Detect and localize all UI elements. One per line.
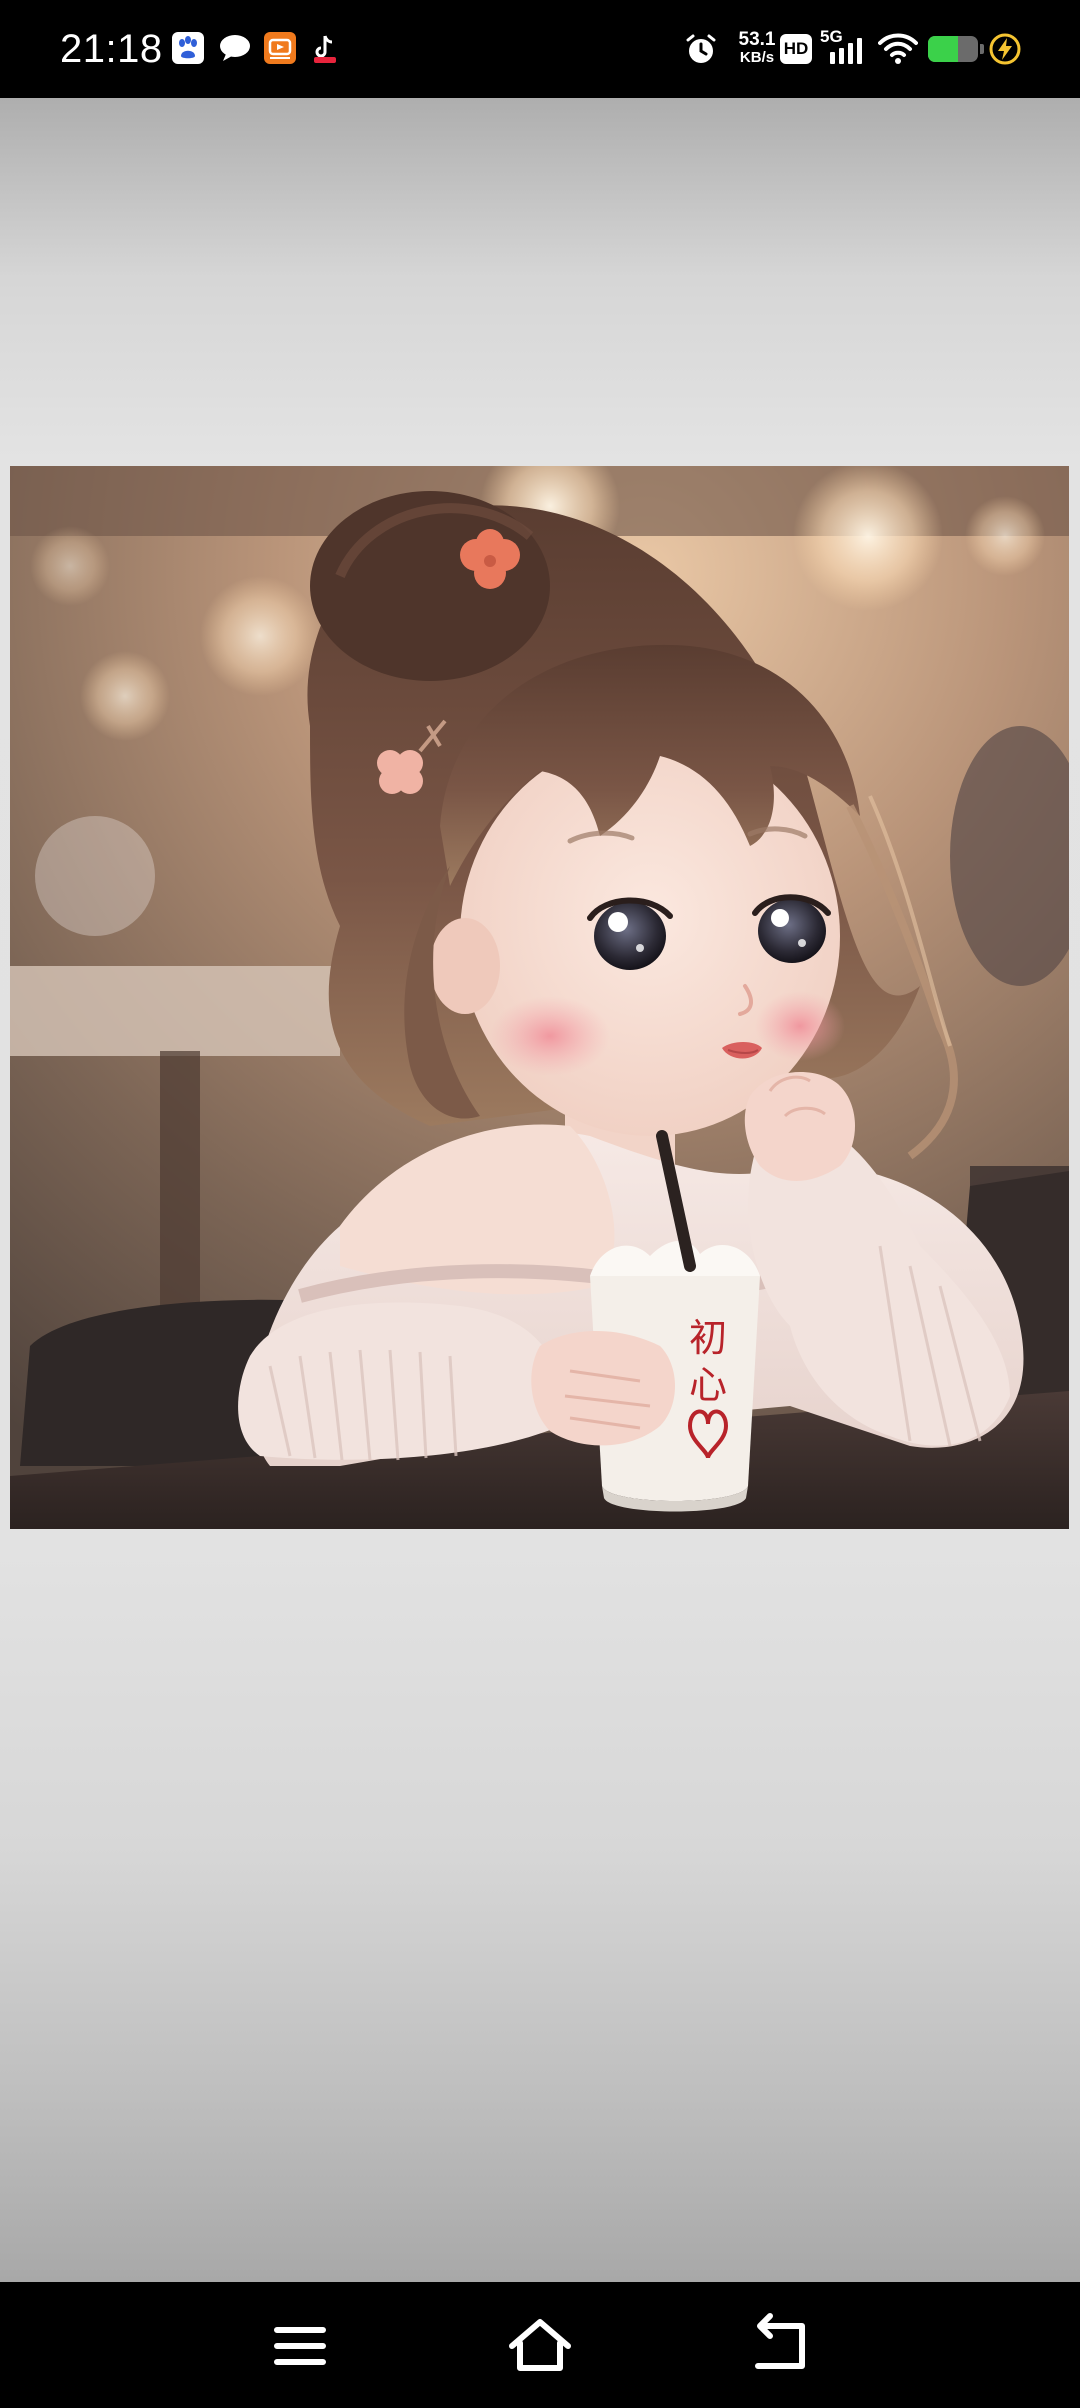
status-indicators: 53.1 KB/s HD 5G (0, 0, 1080, 98)
battery-fill (928, 36, 958, 62)
cup-text-line2: 心 (689, 1363, 727, 1407)
alarm-icon (686, 34, 716, 63)
back-icon (755, 2313, 805, 2369)
hd-badge: HD (780, 34, 812, 64)
charging-icon (989, 33, 1021, 65)
image-viewer[interactable]: 初 心 (0, 98, 1080, 2282)
menu-button[interactable] (260, 2310, 340, 2382)
menu-icon (274, 2327, 326, 2365)
signal-strength-icon (830, 38, 862, 64)
girl-illustration: 初 心 (10, 466, 1069, 1529)
photo[interactable]: 初 心 (10, 466, 1069, 1529)
network-speed-value: 53.1 (738, 29, 776, 50)
network-speed-unit: KB/s (739, 49, 775, 66)
navigation-bar (0, 2282, 1080, 2408)
battery-tip (980, 44, 984, 54)
cup-text-line1: 初 (689, 1316, 727, 1360)
battery-icon (928, 36, 978, 62)
back-button[interactable] (740, 2310, 820, 2382)
status-bar: 21:18 53.1 KB/s HD 5G (0, 0, 1080, 98)
network-speed: 53.1 KB/s (730, 30, 784, 66)
home-icon (509, 2319, 571, 2371)
home-button[interactable] (500, 2310, 580, 2382)
wifi-icon (878, 33, 918, 64)
